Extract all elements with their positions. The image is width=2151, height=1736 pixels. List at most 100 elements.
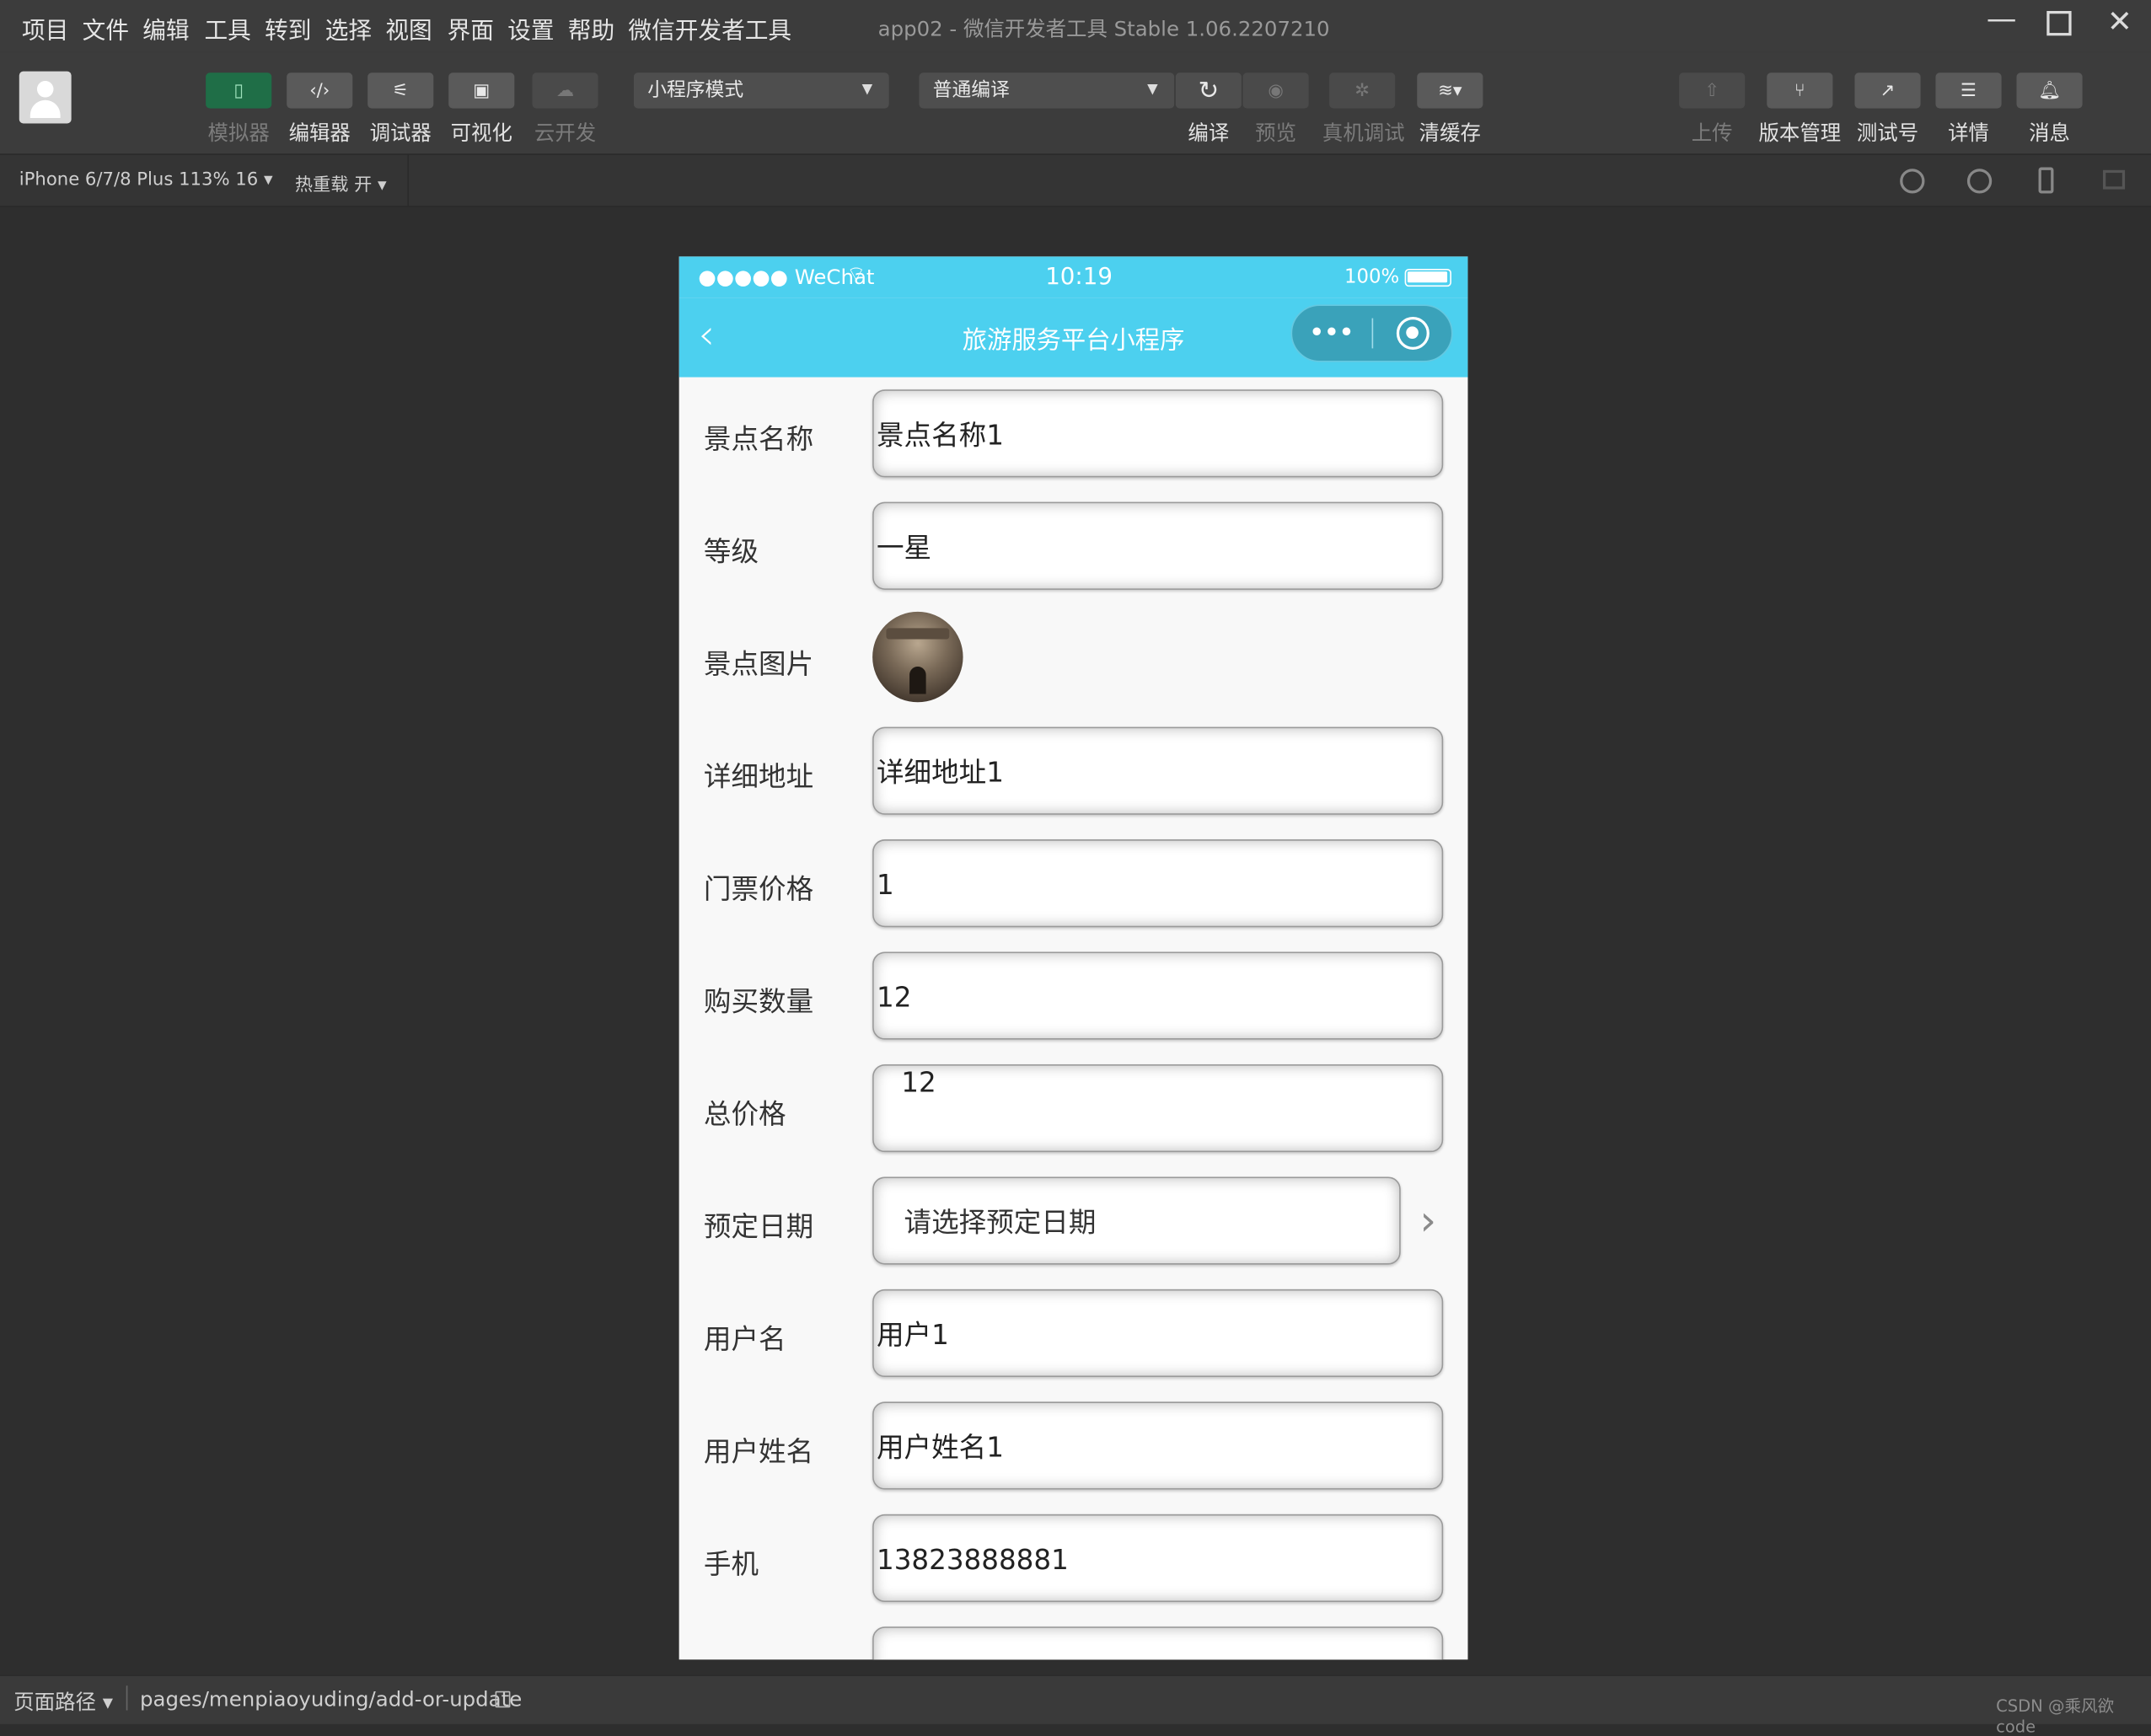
capsule-button[interactable]: ••• xyxy=(1290,304,1453,362)
version-button[interactable]: ⑂ xyxy=(1767,72,1833,109)
phone-simulator: ●●●●● WeChat ⌔ 10:19 100% ‹ 旅游服务平台小程序 ••… xyxy=(679,256,1468,1660)
menu-file[interactable]: 文件 xyxy=(83,11,129,46)
total-price-input[interactable]: 12 xyxy=(872,1064,1444,1153)
bell-icon: 🔔︎ xyxy=(2038,80,2061,101)
stop-icon[interactable] xyxy=(1966,169,1993,194)
maximize-icon[interactable] xyxy=(2046,11,2072,36)
device-select[interactable]: iPhone 6/7/8 Plus 113% 16 ▾ xyxy=(19,170,273,190)
phone-status-bar: ●●●●● WeChat ⌔ 10:19 100% xyxy=(679,256,1468,298)
test-account-button[interactable]: ↗ xyxy=(1854,72,1921,109)
caret-down-icon: ▼ xyxy=(861,82,873,98)
mode-select[interactable]: 小程序模式 ▼ xyxy=(633,72,889,109)
menu-project[interactable]: 项目 xyxy=(22,11,68,46)
upload-button[interactable]: ⇧ xyxy=(1679,72,1746,109)
layout-icon: ▣ xyxy=(473,80,491,101)
copy-icon[interactable] xyxy=(495,1690,511,1708)
watermark: CSDN @乘风欲code xyxy=(1996,1696,2115,1736)
menu-help[interactable]: 帮助 xyxy=(568,11,614,46)
menu-view[interactable]: 视图 xyxy=(385,11,432,46)
compile-button[interactable]: ↻ xyxy=(1175,72,1242,109)
clear-cache-label: 清缓存 xyxy=(1419,121,1481,146)
preview-button[interactable]: ◉ xyxy=(1242,72,1309,109)
close-target-icon[interactable] xyxy=(1396,316,1430,351)
menu-select[interactable]: 选择 xyxy=(325,11,372,46)
visualize-label: 可视化 xyxy=(450,121,512,146)
label-phone: 手机 xyxy=(703,1546,759,1580)
menu-interface[interactable]: 界面 xyxy=(448,11,494,46)
messages-button[interactable]: 🔔︎ xyxy=(2016,72,2083,109)
debugger-button[interactable]: ⚟ xyxy=(367,72,434,109)
sliders-icon: ⚟ xyxy=(392,80,409,101)
label-full-name: 用户姓名 xyxy=(703,1434,814,1468)
detach-window-icon[interactable] xyxy=(2103,169,2126,190)
quantity-input[interactable]: 12 xyxy=(872,951,1444,1040)
editor-button[interactable]: ‹/› xyxy=(287,72,353,109)
label-ticket-price: 门票价格 xyxy=(703,872,814,906)
phone-input[interactable]: 13823888881 xyxy=(872,1514,1444,1602)
layers-icon: ≋▾ xyxy=(1438,80,1462,101)
battery-percent: 100% xyxy=(1344,265,1400,288)
rotate-icon[interactable] xyxy=(1900,169,1925,194)
caret-down-icon: ▼ xyxy=(1147,82,1158,98)
menu-goto[interactable]: 转到 xyxy=(265,11,311,46)
label-total-price: 总价格 xyxy=(703,1097,786,1131)
label-booking-date: 预定日期 xyxy=(703,1209,814,1243)
refresh-icon: ↻ xyxy=(1198,76,1220,105)
label-address: 详细地址 xyxy=(703,759,814,793)
hot-reload-toggle[interactable]: 热重载 开 ▾ xyxy=(295,170,387,196)
cloud-icon: ☁ xyxy=(555,80,575,101)
cloud-button[interactable]: ☁ xyxy=(532,72,598,109)
close-icon[interactable]: ✕ xyxy=(2107,6,2132,40)
remote-debug-label: 真机调试 xyxy=(1322,121,1405,146)
divider xyxy=(126,1685,128,1711)
label-scenic-image: 景点图片 xyxy=(703,647,814,681)
page-path: pages/menpiaoyuding/add-or-update xyxy=(140,1686,523,1712)
page-path-select[interactable]: 页面路径 ▾ xyxy=(13,1687,113,1716)
username-input[interactable]: 用户1 xyxy=(872,1289,1444,1378)
preview-label: 预览 xyxy=(1255,121,1297,146)
capsule-divider xyxy=(1371,318,1374,349)
phone-icon: ▯ xyxy=(233,80,244,101)
chevron-right-icon[interactable]: › xyxy=(1420,1198,1437,1246)
menu-settings[interactable]: 设置 xyxy=(507,11,554,46)
label-level: 等级 xyxy=(703,534,759,568)
clear-cache-button[interactable]: ≋▾ xyxy=(1417,72,1483,109)
menu-wechat-devtools[interactable]: 微信开发者工具 xyxy=(628,11,791,46)
battery-icon xyxy=(1404,269,1451,287)
avatar[interactable] xyxy=(19,71,72,124)
code-icon: ‹/› xyxy=(309,80,330,101)
bug-icon: ✲ xyxy=(1354,80,1371,101)
compile-select[interactable]: 普通编译 ▼ xyxy=(919,72,1175,109)
label-username: 用户名 xyxy=(703,1321,786,1356)
minimize-icon[interactable]: — xyxy=(1987,3,2017,37)
status-time: 10:19 xyxy=(1045,263,1113,292)
scenic-name-input[interactable]: 景点名称1 xyxy=(872,389,1444,478)
booking-date-picker[interactable]: 请选择预定日期 xyxy=(872,1176,1401,1265)
details-button[interactable]: ☰ xyxy=(1935,72,2002,109)
menu-tools[interactable]: 工具 xyxy=(205,11,251,46)
more-icon[interactable]: ••• xyxy=(1309,315,1354,348)
simulator-button[interactable]: ▯ xyxy=(206,72,272,109)
remote-debug-button[interactable]: ✲ xyxy=(1329,72,1396,109)
cloud-label: 云开发 xyxy=(534,121,597,146)
messages-label: 消息 xyxy=(2029,121,2070,146)
phone-frame-icon[interactable] xyxy=(2038,167,2054,194)
upload-icon: ⇧ xyxy=(1704,80,1720,101)
visualize-button[interactable]: ▣ xyxy=(448,72,515,109)
version-label: 版本管理 xyxy=(1758,121,1842,146)
label-scenic-name: 景点名称 xyxy=(703,422,814,456)
window-title: app02 - 微信开发者工具 Stable 1.06.2207210 xyxy=(877,16,1330,41)
label-quantity: 购买数量 xyxy=(703,984,814,1018)
wifi-icon: ⌔ xyxy=(846,261,866,287)
level-input[interactable]: 一星 xyxy=(872,501,1444,590)
branch-icon: ⑂ xyxy=(1794,80,1805,101)
ticket-price-input[interactable]: 1 xyxy=(872,839,1444,928)
address-input[interactable]: 详细地址1 xyxy=(872,726,1444,815)
menu-edit[interactable]: 编辑 xyxy=(142,11,189,46)
eye-icon: ◉ xyxy=(1268,80,1284,101)
scenic-image[interactable] xyxy=(872,611,963,703)
upload-label: 上传 xyxy=(1691,121,1733,146)
next-field-input[interactable] xyxy=(872,1626,1444,1660)
divider xyxy=(407,154,410,206)
full-name-input[interactable]: 用户姓名1 xyxy=(872,1401,1444,1490)
